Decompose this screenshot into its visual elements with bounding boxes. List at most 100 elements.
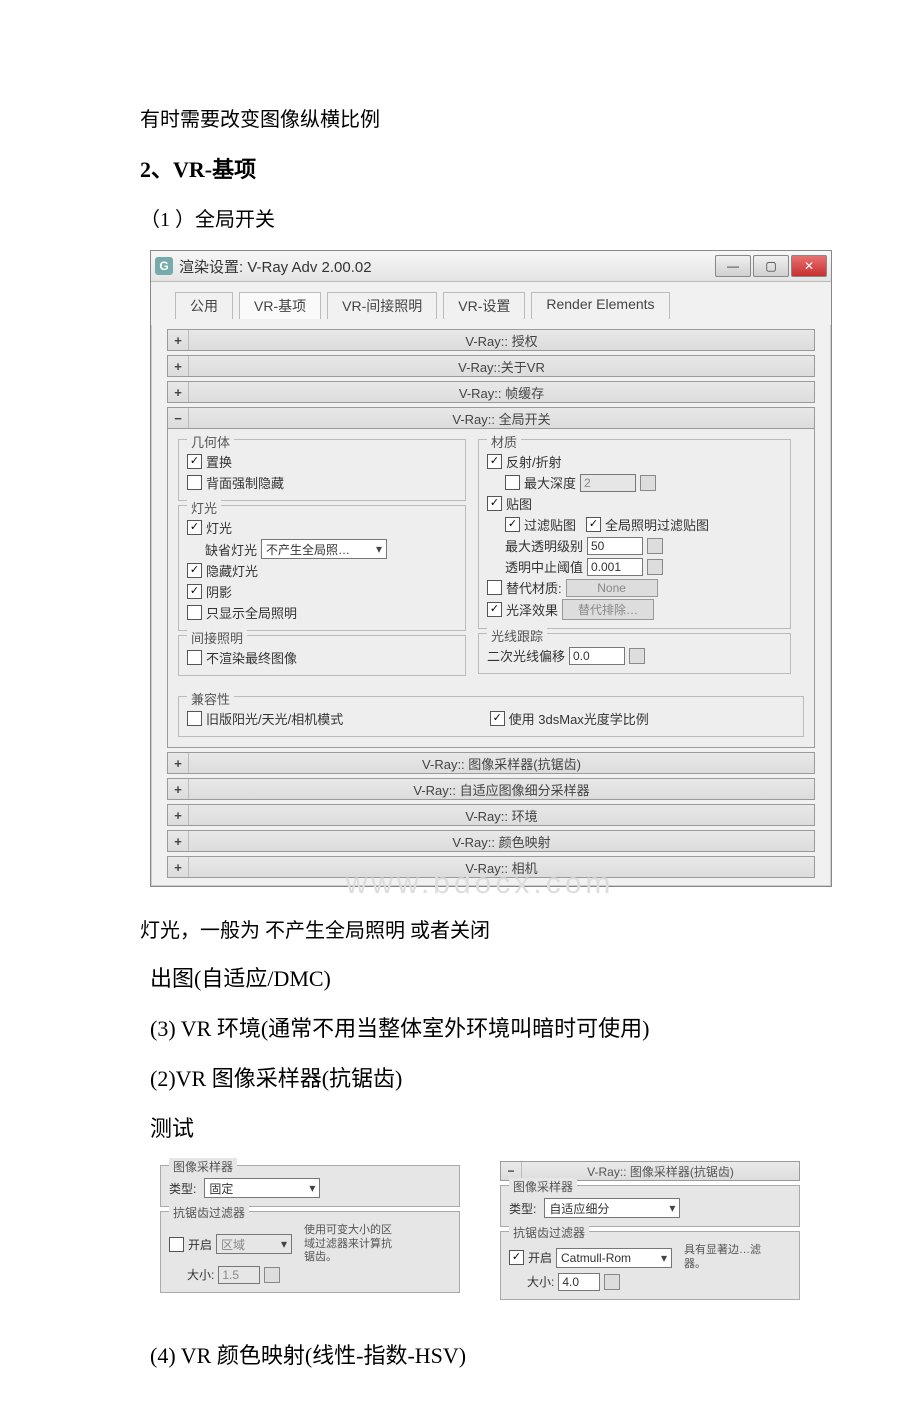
label-transp-cutoff: 透明中止阈值 [505,557,583,576]
rollout-image-sampler[interactable]: + V-Ray:: 图像采样器(抗锯齿) [167,752,815,774]
rollout-title: V-Ray:: 相机 [189,858,814,877]
label-force-hidden: 背面强制隐藏 [206,473,284,492]
dropdown-type-fixed[interactable]: 固定 ▾ [204,1178,320,1198]
input-size[interactable]: 1.5 [218,1266,260,1284]
spinner-icon[interactable] [629,648,645,664]
checkbox-show-gi-only[interactable] [187,605,202,620]
spinner-icon[interactable] [647,538,663,554]
checkbox-filter-maps[interactable] [505,517,520,532]
dropdown-type-adaptive[interactable]: 自适应细分 ▾ [544,1198,680,1218]
button-override-exclude[interactable]: 替代排除… [562,599,654,620]
checkbox-override-mtl[interactable] [487,580,502,595]
checkbox-max-depth[interactable] [505,475,520,490]
checkbox-aa-on[interactable] [169,1237,184,1252]
checkbox-aa-on[interactable] [509,1250,524,1265]
spinner-icon[interactable] [647,559,663,575]
checkbox-displacement[interactable] [187,454,202,469]
tab-common[interactable]: 公用 [175,292,233,319]
input-max-transp[interactable]: 50 [587,537,643,555]
label-show-gi: 只显示全局照明 [206,603,297,622]
doc-block-5: (4) VR 颜色映射(线性-指数-HSV) [150,1334,820,1378]
expand-icon: + [168,356,189,376]
dropdown-filter-area[interactable]: 区域 ▾ [216,1234,292,1254]
app-icon: G [155,257,173,275]
minimize-button[interactable]: — [715,255,751,277]
rollout-title: V-Ray:: 授权 [189,331,814,350]
label-size: 大小: [187,1266,214,1283]
chevron-down-icon: ▾ [665,1201,679,1215]
rollout-title: V-Ray:: 环境 [189,806,814,825]
close-button[interactable]: ✕ [791,255,827,277]
dropdown-filter-catmull[interactable]: Catmull-Rom ▾ [556,1248,672,1268]
group-title: 兼容性 [187,689,234,708]
checkbox-shadows[interactable] [187,584,202,599]
tab-vr-indirect[interactable]: VR-间接照明 [327,292,437,319]
spinner-icon[interactable] [640,475,656,491]
expand-icon: + [168,805,189,825]
input-transp-cutoff[interactable]: 0.001 [587,558,643,576]
doc-block-2: (3) VR 环境(通常不用当整体室外环境叫暗时可使用) [150,1007,820,1051]
checkbox-legacy-mode[interactable] [187,711,202,726]
label-gi-filter-maps: 全局照明过滤贴图 [605,515,709,534]
filter-note: 具有显著边…滤器。 [684,1244,774,1270]
tab-vr-settings[interactable]: VR-设置 [443,292,525,319]
tab-vr-basic[interactable]: VR-基项 [239,292,321,319]
group-title: 几何体 [187,432,234,451]
input-max-depth[interactable]: 2 [580,474,636,492]
two-panels: 图像采样器 类型: 固定 ▾ 抗锯齿过滤器 开启 区域 ▾ 使用可变大小的区域过… [160,1161,820,1303]
group-title: 抗锯齿过滤器 [509,1224,589,1241]
checkbox-hidden-lights[interactable] [187,563,202,578]
rollout-global-switches[interactable]: − V-Ray:: 全局开关 [167,407,815,429]
rollout-environment[interactable]: + V-Ray:: 环境 [167,804,815,826]
group-image-sampler: 图像采样器 类型: 自适应细分 ▾ [500,1185,800,1227]
dropdown-default-light[interactable]: 不产生全局照… ▾ [261,539,387,559]
input-size[interactable]: 4.0 [558,1273,600,1291]
rollout-title: V-Ray::关于VR [189,357,814,376]
group-material: 材质 反射/折射 最大深度 2 贴图 过滤贴图 [478,439,791,629]
spinner-icon[interactable] [604,1274,620,1290]
maximize-button[interactable]: ▢ [753,255,789,277]
dropdown-value: 自适应细分 [549,1200,609,1217]
label-type: 类型: [509,1200,536,1217]
rollout-about[interactable]: + V-Ray::关于VR [167,355,815,377]
checkbox-force-hidden[interactable] [187,475,202,490]
doc-block-1: 出图(自适应/DMC) [150,957,820,1001]
rollout-title: V-Ray:: 图像采样器(抗锯齿) [189,754,814,773]
expand-icon: + [168,330,189,350]
collapse-icon: − [168,408,189,428]
dropdown-value: 固定 [209,1180,233,1197]
button-override-mtl-none[interactable]: None [566,579,658,597]
group-aa-filter: 抗锯齿过滤器 开启 区域 ▾ 使用可变大小的区域过滤器来计算抗锯齿。 大小: 1… [160,1211,460,1293]
rollout-adaptive-subdiv[interactable]: + V-Ray:: 自适应图像细分采样器 [167,778,815,800]
group-image-sampler: 图像采样器 类型: 固定 ▾ [160,1165,460,1207]
group-geometry: 几何体 置换 背面强制隐藏 [178,439,466,501]
rollout-title: V-Ray:: 颜色映射 [189,832,814,851]
rollout-framebuffer[interactable]: + V-Ray:: 帧缓存 [167,381,815,403]
label-displacement: 置换 [206,452,232,471]
input-secondary-bias[interactable]: 0.0 [569,647,625,665]
checkbox-use-3dsmax[interactable] [490,711,505,726]
rollout-color-mapping[interactable]: + V-Ray:: 颜色映射 [167,830,815,852]
chevron-down-icon: ▾ [372,542,386,556]
label-size: 大小: [527,1273,554,1290]
checkbox-maps[interactable] [487,496,502,511]
rollout-camera[interactable]: + V-Ray:: 相机 [167,856,815,878]
doc-line-1: 有时需要改变图像纵横比例 [140,100,820,140]
rollout-authorize[interactable]: + V-Ray:: 授权 [167,329,815,351]
group-title: 材质 [487,432,521,451]
label-secondary-bias: 二次光线偏移 [487,646,565,665]
rollout-title: V-Ray:: 图像采样器(抗锯齿) [522,1163,799,1180]
vray-render-settings-window: G 渲染设置: V-Ray Adv 2.00.02 — ▢ ✕ 公用 VR-基项… [150,250,832,887]
tab-render-elements[interactable]: Render Elements [531,292,669,319]
checkbox-lights[interactable] [187,520,202,535]
checkbox-refl-refr[interactable] [487,454,502,469]
checkbox-glossy[interactable] [487,602,502,617]
dropdown-value: Catmull-Rom [561,1251,631,1265]
checkbox-gi-filter-maps[interactable] [586,517,601,532]
spinner-icon[interactable] [264,1267,280,1283]
window-buttons: — ▢ ✕ [715,255,827,277]
checkbox-no-final[interactable] [187,650,202,665]
expand-icon: + [168,779,189,799]
doc-heading-2: 2、VR-基项 [140,146,820,194]
doc-block-3: (2)VR 图像采样器(抗锯齿) [150,1057,820,1101]
